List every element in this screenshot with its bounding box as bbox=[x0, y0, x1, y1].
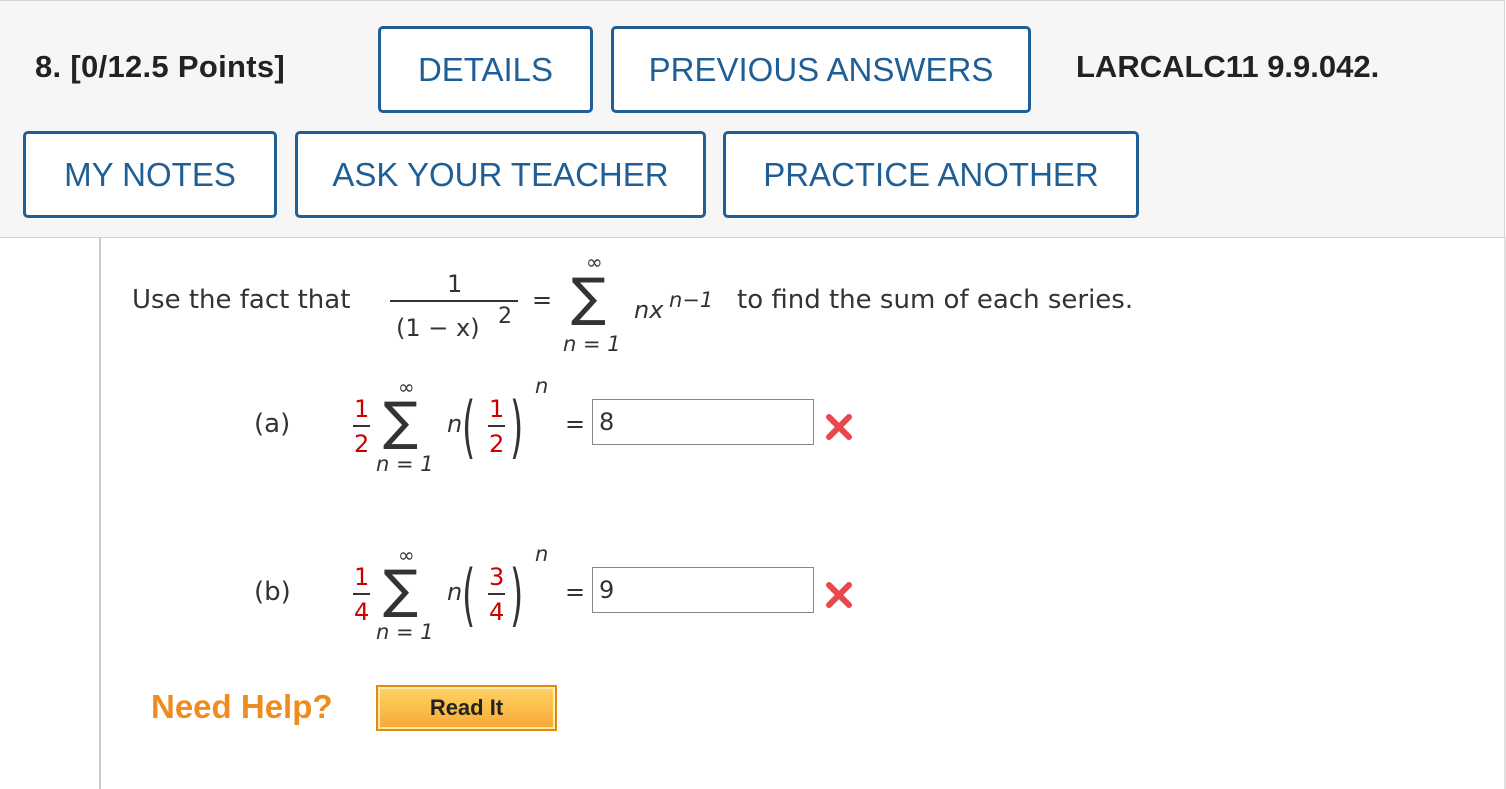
part-b-coef-denominator: 4 bbox=[354, 598, 370, 626]
prompt-fraction-denominator: (1 − x) bbox=[396, 314, 480, 342]
part-a-exponent: n bbox=[535, 374, 549, 398]
content-left-border bbox=[99, 237, 101, 789]
practice-another-button[interactable]: PRACTICE ANOTHER bbox=[723, 131, 1139, 218]
part-a-coef-numerator: 1 bbox=[354, 395, 370, 423]
part-b-equals: = bbox=[565, 578, 586, 606]
part-a-coef-denominator: 2 bbox=[354, 430, 370, 458]
details-button[interactable]: DETAILS bbox=[378, 26, 593, 113]
x-mark-icon bbox=[826, 582, 852, 608]
prompt-sum-lower-limit: n = 1 bbox=[563, 332, 621, 356]
part-a-n: n bbox=[447, 410, 463, 438]
part-a-equals: = bbox=[565, 410, 586, 438]
part-a-sigma-icon: ∑ bbox=[383, 392, 419, 452]
part-a-sum-lower-limit: n = 1 bbox=[376, 452, 434, 476]
part-a-inner-bar bbox=[488, 425, 505, 427]
ask-your-teacher-button[interactable]: ASK YOUR TEACHER bbox=[295, 131, 706, 218]
part-b-left-paren: ( bbox=[462, 556, 476, 636]
part-b-right-paren: ) bbox=[510, 556, 524, 636]
part-b-label: (b) bbox=[254, 577, 291, 607]
part-a-inner-numerator: 1 bbox=[489, 395, 505, 423]
part-a-inner-denominator: 2 bbox=[489, 430, 505, 458]
prompt-fraction-numerator: 1 bbox=[447, 270, 463, 298]
question-number-points: 8. [0/12.5 Points] bbox=[35, 49, 286, 84]
prompt-lead-text: Use the fact that bbox=[132, 285, 351, 315]
prompt-term-exponent: n−1 bbox=[669, 288, 714, 312]
part-a-right-paren: ) bbox=[510, 388, 524, 468]
part-b-coef-numerator: 1 bbox=[354, 563, 370, 591]
previous-answers-button[interactable]: PREVIOUS ANSWERS bbox=[611, 26, 1031, 113]
part-a-label: (a) bbox=[254, 409, 291, 439]
prompt-fraction-bar bbox=[390, 300, 518, 302]
prompt-tail-text: to find the sum of each series. bbox=[737, 285, 1134, 315]
part-a-answer-input[interactable] bbox=[592, 399, 814, 445]
part-b-inner-numerator: 3 bbox=[489, 563, 505, 591]
prompt-sigma-icon: ∑ bbox=[571, 268, 607, 328]
part-a-coef-bar bbox=[353, 425, 370, 427]
part-a-left-paren: ( bbox=[462, 388, 476, 468]
x-mark-icon bbox=[826, 414, 852, 440]
need-help-label: Need Help? bbox=[151, 688, 333, 725]
part-b-answer-input[interactable] bbox=[592, 567, 814, 613]
part-b-sum-lower-limit: n = 1 bbox=[376, 620, 434, 644]
my-notes-button[interactable]: MY NOTES bbox=[23, 131, 277, 218]
prompt-denominator-exponent: 2 bbox=[498, 304, 512, 329]
part-b-sigma-icon: ∑ bbox=[383, 560, 419, 620]
part-b-exponent: n bbox=[535, 542, 549, 566]
prompt-equals: = bbox=[532, 286, 553, 314]
part-b-inner-bar bbox=[488, 593, 505, 595]
part-b-n: n bbox=[447, 578, 463, 606]
part-b-inner-denominator: 4 bbox=[489, 598, 505, 626]
question-header: 8. [0/12.5 Points] DETAILS PREVIOUS ANSW… bbox=[0, 0, 1505, 238]
part-b-coef-bar bbox=[353, 593, 370, 595]
read-it-button[interactable]: Read It bbox=[376, 685, 557, 731]
question-code: LARCALC11 9.9.042. bbox=[1076, 49, 1380, 84]
prompt-term: nx bbox=[634, 296, 664, 324]
